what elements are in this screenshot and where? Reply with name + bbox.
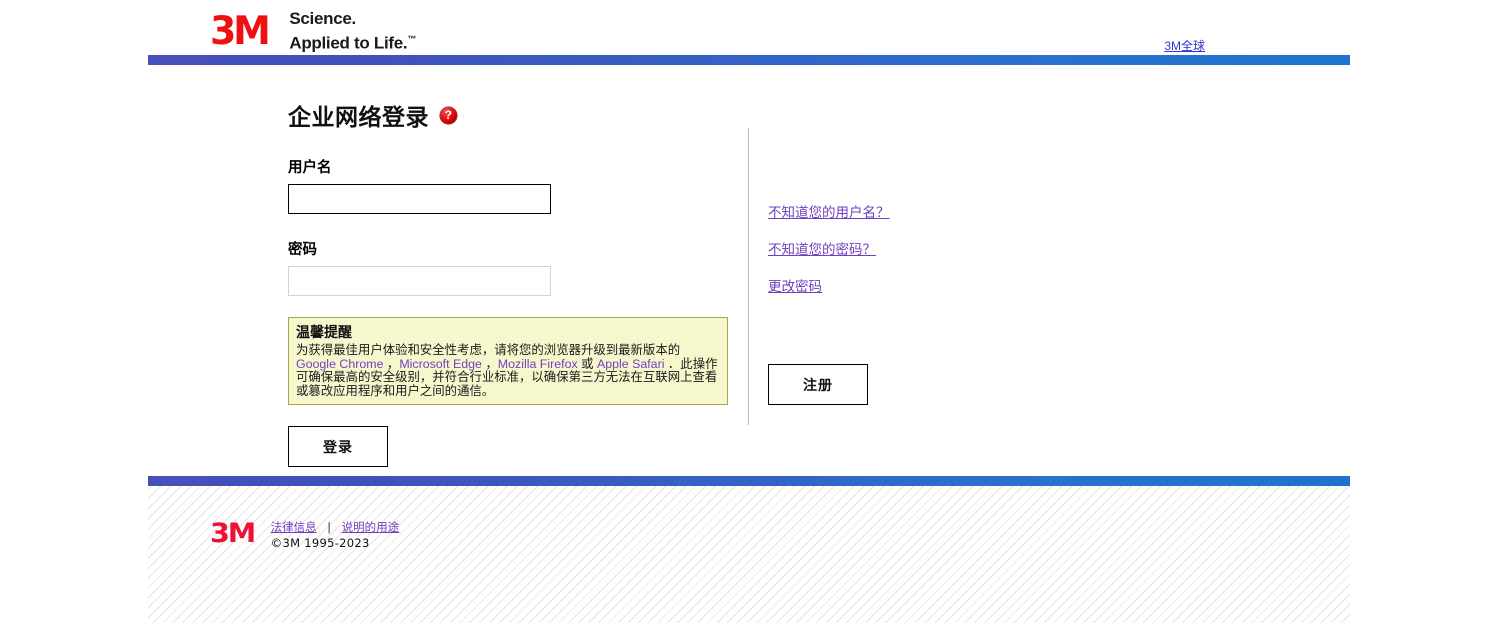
browser-link-chrome[interactable]: Google Chrome: [296, 357, 383, 371]
login-form-column: 企业网络登录 ? 用户名 密码 温馨提醒 为获得最佳用户体验和安全性考虑，请将您…: [288, 65, 738, 468]
help-links-column: 不知道您的用户名？ 不知道您的密码？ 更改密码 注册: [768, 65, 1168, 405]
help-icon[interactable]: ?: [440, 106, 457, 124]
warning-title: 温馨提醒: [296, 324, 352, 340]
header-gradient-bar: [148, 55, 1350, 65]
footer-text-block: 法律信息 | 说明的用途 ©3M 1995-2023: [271, 521, 400, 550]
3m-global-link[interactable]: 3M全球: [1164, 37, 1205, 54]
legal-info-link[interactable]: 法律信息: [271, 522, 317, 534]
change-password-link[interactable]: 更改密码: [768, 275, 822, 295]
warning-sep-3: 或: [577, 356, 597, 371]
forgot-username-link[interactable]: 不知道您的用户名？: [768, 201, 890, 221]
username-label: 用户名: [288, 160, 332, 176]
username-input[interactable]: [288, 184, 551, 214]
column-divider: [748, 128, 749, 425]
footer-link-separator: |: [327, 522, 331, 534]
warning-text-part1: 为获得最佳用户体验和安全性考虑，请将您的浏览器升级到最新版本的: [296, 343, 681, 357]
site-footer: 3M 法律信息 | 说明的用途 ©3M 1995-2023: [148, 486, 1350, 623]
warning-sep-1: ，: [383, 356, 400, 371]
password-input[interactable]: [288, 266, 551, 296]
footer-gradient-bar: [148, 476, 1350, 486]
content-column: 3M Science. Applied to Life.™ 3M全球 企业网络登…: [148, 0, 1350, 623]
browser-link-firefox[interactable]: Mozilla Firefox: [498, 357, 578, 371]
footer-inner: 3M 法律信息 | 说明的用途 ©3M 1995-2023: [210, 520, 399, 550]
3m-logo: 3M: [210, 8, 271, 54]
forgot-password-link[interactable]: 不知道您的密码？: [768, 238, 876, 258]
password-label: 密码: [288, 242, 317, 258]
footer-links: 法律信息 | 说明的用途: [271, 521, 400, 535]
trademark-icon: ™: [407, 34, 417, 44]
tagline-line-1: Science.: [289, 9, 356, 28]
brand-tagline: Science. Applied to Life.™: [289, 9, 416, 54]
warning-text: 为获得最佳用户体验和安全性考虑，请将您的浏览器升级到最新版本的 Google C…: [296, 343, 720, 398]
intended-use-link[interactable]: 说明的用途: [342, 522, 400, 534]
browser-warning-box: 温馨提醒 为获得最佳用户体验和安全性考虑，请将您的浏览器升级到最新版本的 Goo…: [288, 317, 728, 406]
tagline-line-2-text: Applied to Life.: [289, 33, 408, 53]
login-page: 3M Science. Applied to Life.™ 3M全球 企业网络登…: [0, 0, 1495, 623]
browser-link-safari[interactable]: Apple Safari: [597, 357, 665, 371]
browser-link-edge[interactable]: Microsoft Edge: [399, 357, 482, 371]
footer-3m-logo: 3M: [210, 518, 256, 549]
site-header: 3M Science. Applied to Life.™ 3M全球: [148, 0, 1350, 55]
copyright-text: ©3M 1995-2023: [270, 536, 370, 550]
register-button[interactable]: 注册: [768, 364, 868, 405]
brand-logo-block: 3M Science. Applied to Life.™: [210, 9, 416, 54]
login-button[interactable]: 登录: [288, 426, 388, 468]
tagline-line-2: Applied to Life.™: [289, 29, 416, 54]
page-title: 企业网络登录: [288, 104, 429, 130]
main-content: 企业网络登录 ? 用户名 密码 温馨提醒 为获得最佳用户体验和安全性考虑，请将您…: [148, 65, 1350, 476]
page-title-row: 企业网络登录 ?: [288, 98, 738, 132]
warning-sep-2: ，: [481, 356, 498, 371]
